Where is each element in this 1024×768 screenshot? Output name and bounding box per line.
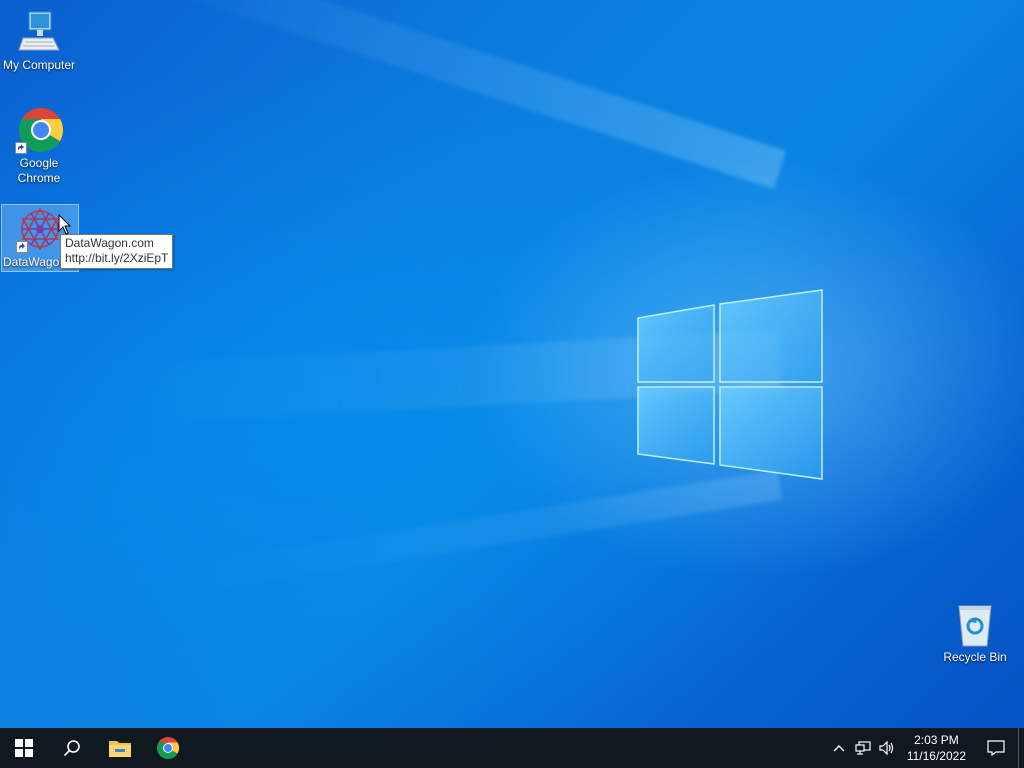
start-button[interactable] (0, 728, 48, 768)
volume-button[interactable] (875, 728, 899, 768)
desktop[interactable]: My Computer Google Chrome DataWagon Recy… (0, 0, 1024, 728)
network-icon (855, 741, 871, 755)
desktop-icon-my-computer[interactable]: My Computer (1, 8, 77, 73)
network-button[interactable] (851, 728, 875, 768)
computer-icon (15, 8, 63, 56)
action-center-button[interactable] (974, 728, 1018, 768)
desktop-icon-google-chrome[interactable]: Google Chrome (1, 106, 77, 186)
shortcut-arrow-icon (15, 142, 27, 154)
taskbar-chrome[interactable] (144, 728, 192, 768)
light-beam (108, 0, 787, 190)
desktop-icon-label: My Computer (2, 58, 76, 72)
shortcut-tooltip: DataWagon.com http://bit.ly/2XziEpT (60, 234, 174, 269)
taskbar: 2:03 PM 11/16/2022 (0, 728, 1024, 768)
light-beam (185, 470, 783, 594)
tooltip-url: http://bit.ly/2XziEpT (65, 251, 169, 265)
datawagon-icon (16, 205, 64, 253)
action-center-icon (987, 740, 1005, 756)
mouse-cursor-icon (58, 214, 72, 235)
taskbar-clock[interactable]: 2:03 PM 11/16/2022 (899, 728, 974, 768)
search-button[interactable] (48, 728, 96, 768)
clock-time: 2:03 PM (914, 733, 959, 747)
system-tray: 2:03 PM 11/16/2022 (827, 728, 1024, 768)
taskbar-file-explorer[interactable] (96, 728, 144, 768)
chevron-up-icon (833, 745, 845, 752)
shortcut-arrow-icon (16, 241, 28, 253)
chrome-icon (157, 737, 179, 759)
search-icon (63, 740, 80, 757)
recycle-bin-icon (951, 600, 999, 648)
windows-wallpaper-logo (637, 289, 823, 480)
clock-date: 11/16/2022 (906, 749, 966, 763)
desktop-icon-label: Google Chrome (17, 156, 61, 185)
volume-icon (879, 741, 893, 755)
chrome-icon (15, 106, 63, 154)
windows-start-icon (15, 739, 33, 757)
file-explorer-icon (109, 741, 131, 757)
show-desktop-button[interactable] (1018, 728, 1024, 768)
desktop-icon-recycle-bin[interactable]: Recycle Bin (937, 600, 1013, 665)
desktop-icon-label: Recycle Bin (943, 650, 1007, 664)
tooltip-title: DataWagon.com (65, 236, 154, 250)
show-hidden-icons-button[interactable] (827, 728, 851, 768)
